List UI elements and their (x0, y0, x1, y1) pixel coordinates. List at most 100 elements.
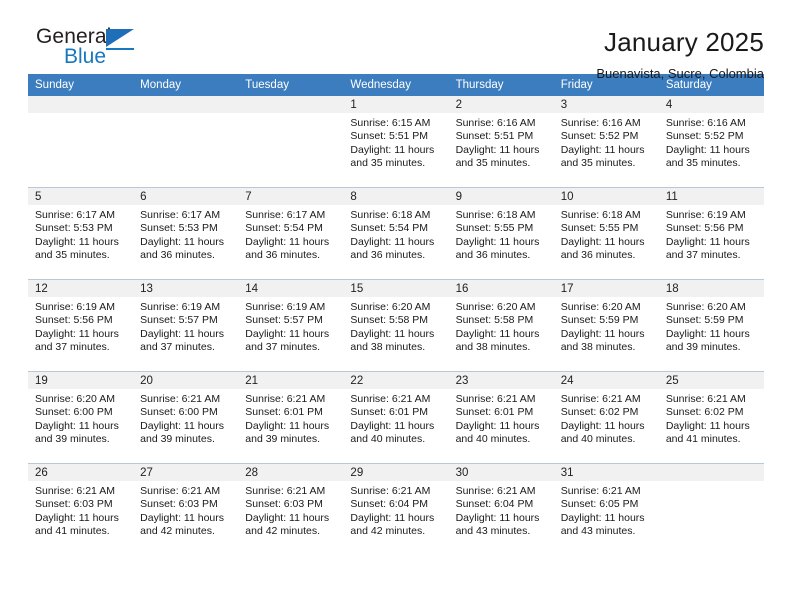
day-number: 22 (343, 372, 449, 389)
daylight-text-line1: Daylight: 11 hours (245, 511, 330, 524)
day-details: Sunrise: 6:19 AM Sunset: 5:56 PM Daylight:… (28, 297, 133, 355)
calendar-day-cell[interactable]: 26 Sunrise: 6:21 AM Sunset: 6:03 PM Dayligh… (28, 463, 134, 555)
day-details: Sunrise: 6:21 AM Sunset: 6:02 PM Daylight:… (554, 389, 659, 447)
calendar-day-cell[interactable]: 10 Sunrise: 6:18 AM Sunset: 5:55 PM Dayligh… (553, 187, 659, 280)
sunrise-text: Sunrise: 6:16 AM (560, 117, 641, 129)
day-details: Sunrise: 6:21 AM Sunset: 6:03 PM Daylight:… (28, 481, 133, 539)
calendar-day-cell[interactable]: 21 Sunrise: 6:21 AM Sunset: 6:01 PM Dayligh… (238, 371, 344, 464)
calendar-day-cell[interactable]: 31 Sunrise: 6:21 AM Sunset: 6:05 PM Dayligh… (553, 463, 659, 555)
daylight-text-line1: Daylight: 11 hours (140, 511, 224, 524)
sunset-text: Sunset: 5:51 PM (350, 130, 429, 143)
calendar-day-cell[interactable]: 11 Sunrise: 6:19 AM Sunset: 5:56 PM Dayligh… (658, 187, 764, 280)
calendar-week-row: 1 Sunrise: 6:15 AM Sunset: 5:51 PM Daylight… (28, 96, 764, 188)
calendar-grid: Sunday Monday Tuesday Wednesday Thursday… (28, 74, 764, 555)
sunset-text: Sunset: 6:03 PM (245, 498, 323, 511)
general-blue-logo[interactable]: General Blue (28, 26, 178, 74)
calendar-day-cell[interactable]: 13 Sunrise: 6:19 AM Sunset: 5:57 PM Dayligh… (133, 279, 239, 372)
calendar-day-cell[interactable]: 16 Sunrise: 6:20 AM Sunset: 5:58 PM Dayligh… (448, 279, 554, 372)
daylight-text-line2: and 37 minutes. (35, 341, 110, 354)
daylight-text-line1: Daylight: 11 hours (140, 235, 224, 248)
calendar-day-cell[interactable]: 23 Sunrise: 6:21 AM Sunset: 6:01 PM Dayligh… (448, 371, 554, 464)
calendar-day-cell[interactable]: 8 Sunrise: 6:18 AM Sunset: 5:54 PM Daylight… (343, 187, 449, 280)
sunset-text: Sunset: 5:58 PM (350, 314, 429, 327)
daylight-text-line1: Daylight: 11 hours (35, 327, 119, 340)
daylight-text-line1: Daylight: 11 hours (350, 327, 435, 340)
sunset-text: Sunset: 5:56 PM (665, 222, 744, 235)
daylight-text-line2: and 35 minutes. (35, 249, 110, 262)
calendar-day-cell[interactable]: 14 Sunrise: 6:19 AM Sunset: 5:57 PM Dayligh… (238, 279, 344, 372)
day-number: 29 (343, 464, 449, 481)
day-number (658, 464, 764, 481)
day-details: Sunrise: 6:15 AM Sunset: 5:51 PM Daylight:… (343, 113, 448, 171)
day-details: Sunrise: 6:16 AM Sunset: 5:52 PM Daylight:… (659, 113, 764, 171)
sunrise-text: Sunrise: 6:16 AM (665, 117, 746, 129)
day-number: 24 (553, 372, 659, 389)
calendar-day-cell[interactable]: 3 Sunrise: 6:16 AM Sunset: 5:52 PM Daylight… (553, 96, 659, 188)
daylight-text-line2: and 42 minutes. (140, 525, 215, 538)
daylight-text-line2: and 42 minutes. (350, 525, 426, 538)
daylight-text-line2: and 40 minutes. (350, 433, 426, 446)
calendar-day-cell[interactable]: 30 Sunrise: 6:21 AM Sunset: 6:04 PM Dayligh… (448, 463, 554, 555)
sunrise-text: Sunrise: 6:21 AM (350, 393, 431, 405)
sunset-text: Sunset: 6:01 PM (245, 406, 323, 419)
day-number: 1 (343, 96, 449, 113)
calendar-day-cell[interactable]: 28 Sunrise: 6:21 AM Sunset: 6:03 PM Dayligh… (238, 463, 344, 555)
page-header: General Blue January 2025 Buenavista, Su… (28, 0, 764, 82)
day-number (28, 96, 134, 113)
calendar-day-cell[interactable]: 18 Sunrise: 6:20 AM Sunset: 5:59 PM Dayligh… (658, 279, 764, 372)
calendar-day-cell[interactable]: 4 Sunrise: 6:16 AM Sunset: 5:52 PM Daylight… (658, 96, 764, 188)
day-details: Sunrise: 6:21 AM Sunset: 6:00 PM Daylight:… (133, 389, 238, 447)
sunrise-text: Sunrise: 6:21 AM (560, 393, 641, 405)
calendar-day-cell[interactable]: 1 Sunrise: 6:15 AM Sunset: 5:51 PM Daylight… (343, 96, 449, 188)
daylight-text-line2: and 43 minutes. (560, 525, 636, 538)
day-number: 13 (133, 280, 239, 297)
calendar-cell-empty (238, 96, 344, 188)
sunrise-text: Sunrise: 6:21 AM (35, 485, 115, 497)
calendar-day-cell[interactable]: 24 Sunrise: 6:21 AM Sunset: 6:02 PM Dayligh… (553, 371, 659, 464)
sunrise-text: Sunrise: 6:19 AM (140, 301, 221, 313)
calendar-day-cell[interactable]: 22 Sunrise: 6:21 AM Sunset: 6:01 PM Dayligh… (343, 371, 449, 464)
calendar-week-row: 19 Sunrise: 6:20 AM Sunset: 6:00 PM Dayligh… (28, 371, 764, 464)
calendar-day-cell[interactable]: 20 Sunrise: 6:21 AM Sunset: 6:00 PM Dayligh… (133, 371, 239, 464)
daylight-text-line2: and 36 minutes. (140, 249, 215, 262)
calendar-day-cell[interactable]: 5 Sunrise: 6:17 AM Sunset: 5:53 PM Daylight… (28, 187, 134, 280)
day-details: Sunrise: 6:21 AM Sunset: 6:04 PM Daylight:… (343, 481, 448, 539)
daylight-text-line2: and 39 minutes. (245, 433, 320, 446)
sunrise-text: Sunrise: 6:18 AM (350, 209, 431, 221)
sunrise-text: Sunrise: 6:20 AM (560, 301, 641, 313)
calendar-day-cell[interactable]: 25 Sunrise: 6:21 AM Sunset: 6:02 PM Dayligh… (658, 371, 764, 464)
calendar-day-cell[interactable]: 19 Sunrise: 6:20 AM Sunset: 6:00 PM Dayligh… (28, 371, 134, 464)
day-details: Sunrise: 6:21 AM Sunset: 6:01 PM Daylight:… (238, 389, 343, 447)
daylight-text-line1: Daylight: 11 hours (35, 235, 119, 248)
day-details: Sunrise: 6:21 AM Sunset: 6:03 PM Daylight:… (238, 481, 343, 539)
calendar-day-cell[interactable]: 12 Sunrise: 6:19 AM Sunset: 5:56 PM Dayligh… (28, 279, 134, 372)
daylight-text-line1: Daylight: 11 hours (665, 143, 750, 156)
day-number (238, 96, 344, 113)
daylight-text-line1: Daylight: 11 hours (455, 235, 540, 248)
day-number: 4 (658, 96, 764, 113)
calendar-day-cell[interactable]: 29 Sunrise: 6:21 AM Sunset: 6:04 PM Dayligh… (343, 463, 449, 555)
calendar-day-cell[interactable]: 2 Sunrise: 6:16 AM Sunset: 5:51 PM Daylight… (448, 96, 554, 188)
daylight-text-line2: and 36 minutes. (245, 249, 320, 262)
calendar-day-cell[interactable]: 27 Sunrise: 6:21 AM Sunset: 6:03 PM Dayligh… (133, 463, 239, 555)
sunset-text: Sunset: 5:59 PM (665, 314, 744, 327)
day-details: Sunrise: 6:20 AM Sunset: 5:58 PM Daylight:… (343, 297, 448, 355)
calendar-day-cell[interactable]: 7 Sunrise: 6:17 AM Sunset: 5:54 PM Daylight… (238, 187, 344, 280)
calendar-day-cell[interactable]: 15 Sunrise: 6:20 AM Sunset: 5:58 PM Dayligh… (343, 279, 449, 372)
daylight-text-line1: Daylight: 11 hours (455, 511, 540, 524)
day-number: 8 (343, 188, 449, 205)
calendar-day-cell[interactable]: 9 Sunrise: 6:18 AM Sunset: 5:55 PM Daylight… (448, 187, 554, 280)
sunrise-text: Sunrise: 6:17 AM (245, 209, 326, 221)
daylight-text-line1: Daylight: 11 hours (35, 511, 119, 524)
daylight-text-line1: Daylight: 11 hours (455, 327, 540, 340)
calendar-body: 1 Sunrise: 6:15 AM Sunset: 5:51 PM Daylight… (28, 96, 764, 555)
calendar-day-cell[interactable]: 17 Sunrise: 6:20 AM Sunset: 5:59 PM Dayligh… (553, 279, 659, 372)
day-details: Sunrise: 6:19 AM Sunset: 5:56 PM Daylight:… (659, 205, 764, 263)
sunrise-text: Sunrise: 6:15 AM (350, 117, 431, 129)
sunset-text: Sunset: 5:53 PM (140, 222, 218, 235)
calendar-day-cell[interactable]: 6 Sunrise: 6:17 AM Sunset: 5:53 PM Daylight… (133, 187, 239, 280)
day-details: Sunrise: 6:19 AM Sunset: 5:57 PM Daylight:… (238, 297, 343, 355)
day-number: 23 (448, 372, 554, 389)
daylight-text-line2: and 35 minutes. (665, 157, 741, 170)
sunset-text: Sunset: 5:54 PM (245, 222, 323, 235)
